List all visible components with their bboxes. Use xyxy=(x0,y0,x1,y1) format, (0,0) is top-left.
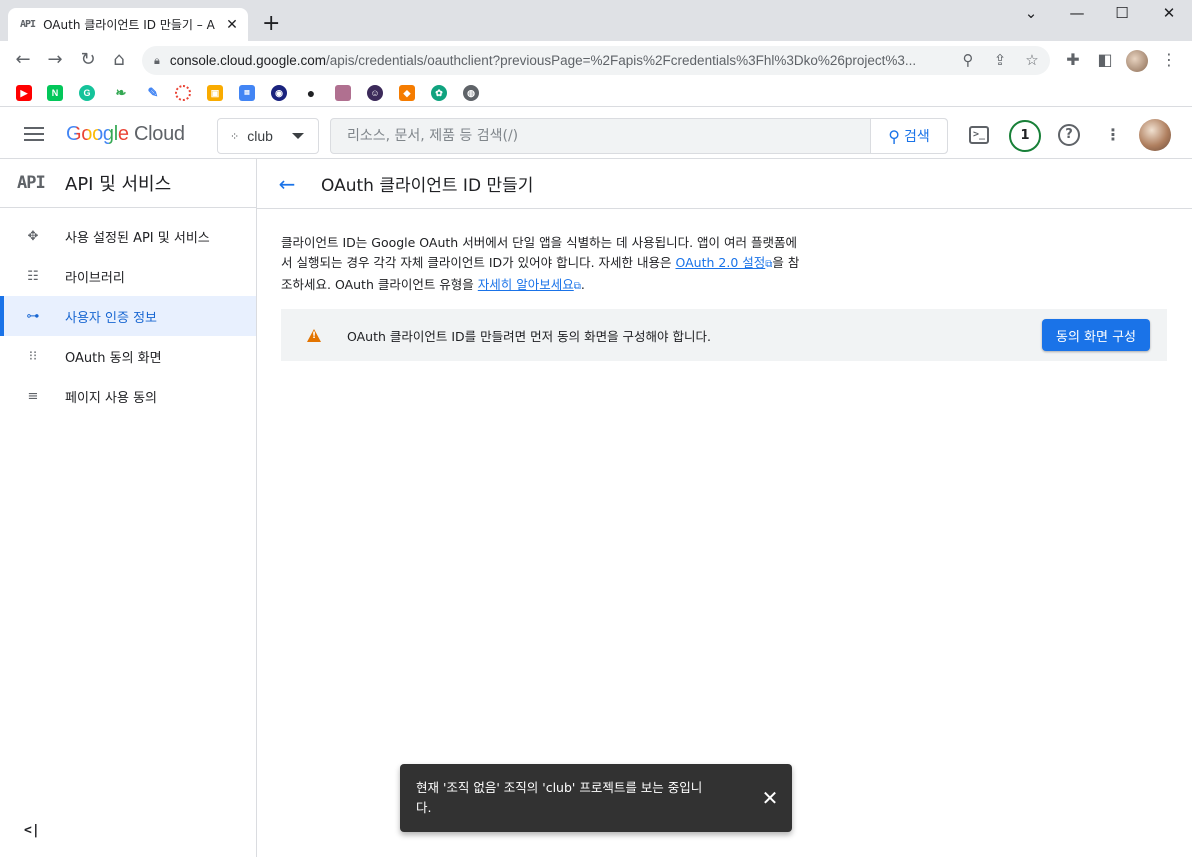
google-cloud-logo[interactable]: Google Cloud xyxy=(66,123,185,146)
leaf-icon[interactable]: ❧ xyxy=(113,85,129,101)
extensions-icon[interactable]: ✚ xyxy=(1062,50,1084,69)
sidebar: API API 및 서비스 ✥ 사용 설정된 API 및 서비스 ☷ 라이브러리… xyxy=(0,159,257,857)
classroom-icon[interactable]: ▣ xyxy=(207,85,223,101)
browser-menu-icon[interactable]: ⋮ xyxy=(1158,50,1180,69)
help-icon[interactable]: ? xyxy=(1058,124,1080,146)
avatar[interactable] xyxy=(1139,119,1171,151)
more-options-icon[interactable]: ⋮ xyxy=(1101,123,1125,147)
youtube-icon[interactable]: ▶ xyxy=(16,85,32,101)
snackbar: 현재 '조직 없음' 조직의 'club' 프로젝트를 보는 중입니다. ✕ xyxy=(400,764,792,832)
oauth-setup-link[interactable]: OAuth 2.0 설정 xyxy=(676,255,766,270)
warning-icon: ! xyxy=(307,328,321,342)
robot-icon[interactable]: ☺ xyxy=(367,85,383,101)
sidebar-nav: ✥ 사용 설정된 API 및 서비스 ☷ 라이브러리 ⊶ 사용자 인증 정보 ⁝… xyxy=(0,216,256,416)
sidebar-item-label: 페이지 사용 동의 xyxy=(65,390,157,406)
project-picker[interactable]: ⁘ club xyxy=(217,118,319,154)
description: 클라이언트 ID는 Google OAuth 서버에서 단일 앱을 식별하는 데… xyxy=(281,233,801,297)
reload-button[interactable]: ↻ xyxy=(76,50,100,70)
naver-icon[interactable]: N xyxy=(47,85,63,101)
sidebar-item-enabled-apis[interactable]: ✥ 사용 설정된 API 및 서비스 xyxy=(0,216,256,256)
learn-more-link[interactable]: 자세히 알아보세요 xyxy=(478,277,574,292)
photo-icon[interactable] xyxy=(335,85,351,101)
configure-consent-button[interactable]: 동의 화면 구성 xyxy=(1042,319,1150,351)
browser-tabbar: API OAuth 클라이언트 ID 만들기 – A ✕ + ⌄ — ☐ ✕ xyxy=(0,0,1192,41)
external-link-icon: ⧉ xyxy=(573,281,581,292)
sidebar-item-label: 사용자 인증 정보 xyxy=(65,310,157,326)
sidebar-item-credentials[interactable]: ⊶ 사용자 인증 정보 xyxy=(0,296,256,336)
forward-button[interactable]: → xyxy=(43,50,67,70)
search-icon: ⚲ xyxy=(888,126,900,146)
star-icon[interactable]: ☆ xyxy=(1022,51,1042,69)
box-icon[interactable]: ◆ xyxy=(399,85,415,101)
menu-icon[interactable] xyxy=(24,123,46,145)
share-icon[interactable]: ⇪ xyxy=(990,51,1010,69)
logo-google: Google xyxy=(66,123,129,145)
sidebar-item-oauth-consent[interactable]: ⁝⁝ OAuth 동의 화면 xyxy=(0,336,256,376)
notifications-badge[interactable]: 1 xyxy=(1009,120,1041,152)
sidebar-header: API API 및 서비스 xyxy=(0,159,256,208)
consent-icon: ⁝⁝ xyxy=(28,348,38,364)
app-icon[interactable]: ▤ xyxy=(239,85,255,101)
search-button-label: 검색 xyxy=(903,129,930,145)
logo-cloud: Cloud xyxy=(133,123,185,145)
github-icon[interactable]: ● xyxy=(303,85,319,101)
sidebar-item-label: OAuth 동의 화면 xyxy=(65,350,162,366)
url-host: console.cloud.google.com xyxy=(169,53,326,68)
snackbar-text: 현재 '조직 없음' 조직의 'club' 프로젝트를 보는 중입니다. xyxy=(416,780,703,815)
owl-icon[interactable]: ◉ xyxy=(271,85,287,101)
grammarly-icon[interactable]: G xyxy=(79,85,95,101)
browser-profile-avatar[interactable] xyxy=(1126,50,1148,72)
sidebar-item-label: 라이브러리 xyxy=(65,270,125,286)
globe-icon[interactable]: ◍ xyxy=(463,85,479,101)
url-text: console.cloud.google.com/apis/credential… xyxy=(170,53,946,68)
browser-tab[interactable]: API OAuth 클라이언트 ID 만들기 – A ✕ xyxy=(8,8,248,41)
openai-icon[interactable]: ✿ xyxy=(431,85,447,101)
maximize-button[interactable]: ☐ xyxy=(1107,4,1137,22)
project-name: club xyxy=(247,128,273,144)
close-icon[interactable]: ✕ xyxy=(758,786,782,810)
warning-text: OAuth 클라이언트 ID를 만들려면 먼저 동의 화면을 구성해야 합니다. xyxy=(347,328,711,344)
caret-down-icon xyxy=(292,133,304,139)
url-path: /apis/credentials/oauthclient?previousPa… xyxy=(325,53,917,68)
warning-banner: ! OAuth 클라이언트 ID를 만들려면 먼저 동의 화면을 구성해야 합니… xyxy=(281,309,1167,361)
sidebar-item-library[interactable]: ☷ 라이브러리 xyxy=(0,256,256,296)
collapse-sidebar-icon[interactable]: <| xyxy=(24,823,40,838)
api-favicon-icon: API xyxy=(20,19,36,30)
new-tab-button[interactable]: + xyxy=(262,12,280,36)
apis-icon: ✥ xyxy=(27,228,39,244)
description-text-3: . xyxy=(580,277,585,292)
feather-icon[interactable]: ✎ xyxy=(145,85,161,101)
key-icon: ⊶ xyxy=(26,308,40,324)
main-content: ← OAuth 클라이언트 ID 만들기 클라이언트 ID는 Google OA… xyxy=(257,159,1192,857)
side-panel-icon[interactable]: ◧ xyxy=(1094,50,1116,69)
sidebar-title: API 및 서비스 xyxy=(65,174,172,195)
home-button[interactable]: ⌂ xyxy=(107,50,131,70)
target-icon[interactable] xyxy=(175,85,191,101)
api-icon: API xyxy=(17,173,46,193)
cloud-shell-icon[interactable]: >_ xyxy=(969,126,989,144)
back-button[interactable]: ← xyxy=(11,50,35,70)
tab-title: OAuth 클라이언트 ID 만들기 – A xyxy=(43,18,215,32)
search-button[interactable]: ⚲ 검색 xyxy=(870,119,947,153)
sidebar-item-page-agreement[interactable]: ≡ 페이지 사용 동의 xyxy=(0,376,256,416)
search-icon[interactable]: ⚲ xyxy=(958,51,978,69)
search-bar: 리소스, 문서, 제품 등 검색(/) ⚲ 검색 xyxy=(330,118,948,154)
lock-icon[interactable]: 🔒︎ xyxy=(154,54,160,68)
window-close-button[interactable]: ✕ xyxy=(1154,4,1184,22)
browser-toolbar: ← → ↻ ⌂ 🔒︎ console.cloud.google.com/apis… xyxy=(0,41,1192,79)
page-agreement-icon: ≡ xyxy=(27,388,39,404)
library-icon: ☷ xyxy=(27,268,39,284)
page-title: OAuth 클라이언트 ID 만들기 xyxy=(321,176,534,196)
back-arrow-icon[interactable]: ← xyxy=(275,172,299,196)
close-icon[interactable]: ✕ xyxy=(224,17,240,33)
sidebar-item-label: 사용 설정된 API 및 서비스 xyxy=(65,230,210,246)
bookmarks-bar: ▶ N G ❧ ✎ ▣ ▤ ◉ ● ☺ ◆ ✿ ◍ xyxy=(0,79,1192,107)
chevron-down-icon[interactable]: ⌄ xyxy=(1016,4,1046,22)
address-bar[interactable]: 🔒︎ console.cloud.google.com/apis/credent… xyxy=(142,46,1050,75)
project-icon: ⁘ xyxy=(230,129,240,143)
page-header: ← OAuth 클라이언트 ID 만들기 xyxy=(257,159,1192,209)
search-input[interactable]: 리소스, 문서, 제품 등 검색(/) xyxy=(331,119,870,153)
cloud-header: Google Cloud ⁘ club 리소스, 문서, 제품 등 검색(/) … xyxy=(0,111,1192,159)
minimize-button[interactable]: — xyxy=(1062,4,1092,22)
